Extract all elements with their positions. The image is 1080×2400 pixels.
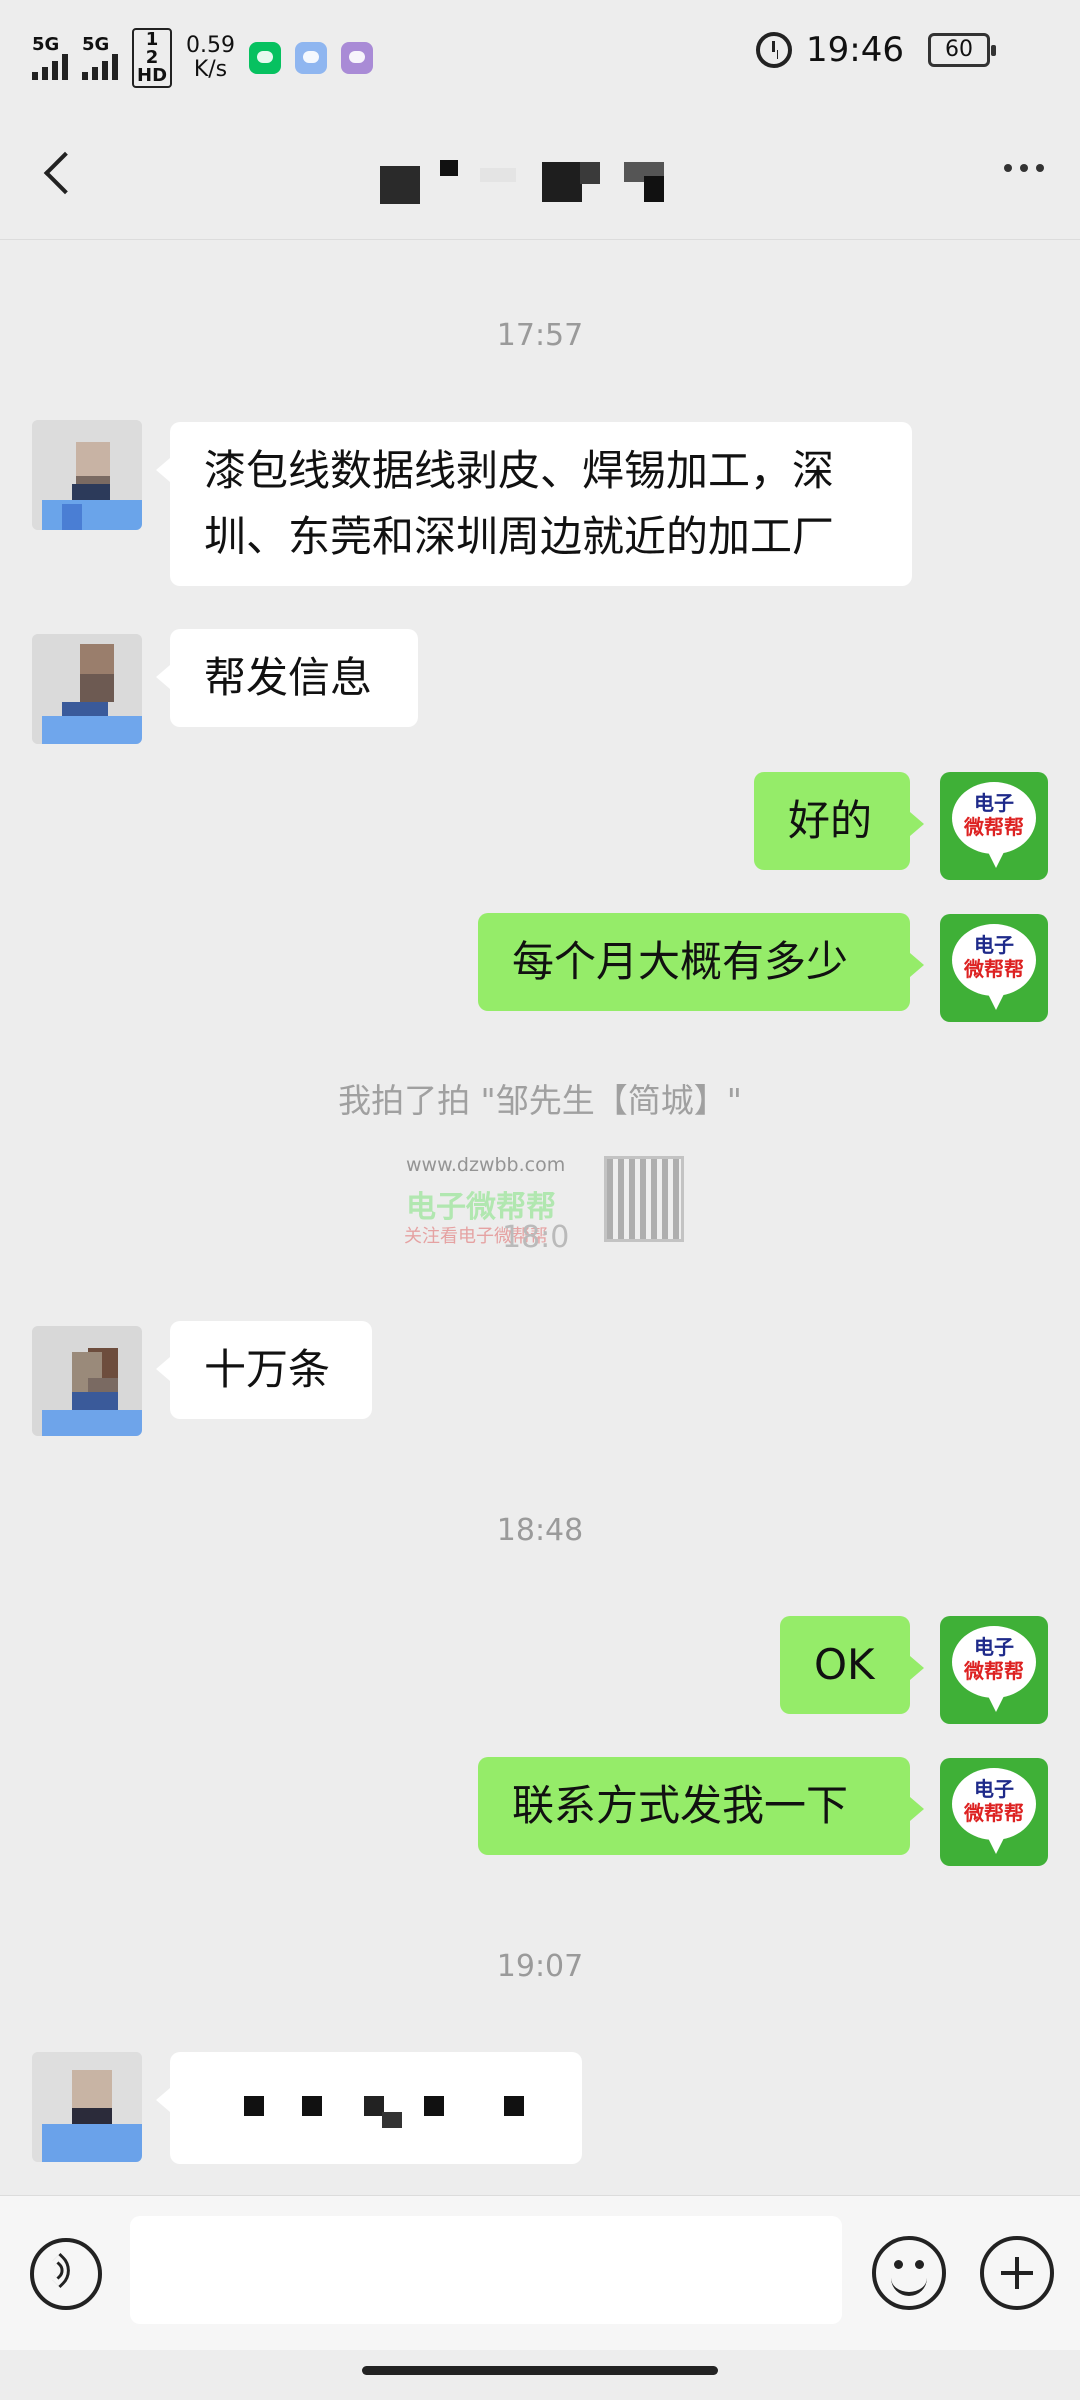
more-dots-icon[interactable] [1004,164,1044,172]
signal-bars-icon [82,54,118,80]
qr-code-icon [604,1156,684,1242]
emoji-icon[interactable] [872,2236,946,2310]
avatar-text-line1: 电子 [974,1635,1014,1659]
avatar-text-line1: 电子 [974,791,1014,815]
avatar-text-line2: 微帮帮 [964,1801,1024,1825]
chat-title-redacted [380,158,690,204]
signal-bars-icon [32,54,68,80]
watermark-url: www.dzwbb.com [406,1154,566,1176]
network-speed: 0.59 K/s [186,34,235,82]
status-left: 5G 5G 1 2 HD 0.59 K/s [32,28,373,88]
covered-timestamp: 18:0 [502,1220,570,1255]
message-bubble-incoming[interactable]: 帮发信息 [156,629,418,727]
home-indicator[interactable] [362,2366,718,2375]
alarm-icon [756,32,793,68]
timestamp: 17:57 [496,318,584,353]
hd-badge: 1 2 HD [132,28,172,88]
clock: 19:46 [806,30,904,70]
input-bar [0,2195,1080,2350]
my-avatar[interactable]: 电子 微帮帮 [940,772,1048,880]
message-bubble-incoming-redacted[interactable] [156,2052,582,2164]
speed-unit: K/s [193,57,228,82]
message-bubble-incoming[interactable]: 十万条 [156,1321,372,1419]
avatar-text-line1: 电子 [974,1777,1014,1801]
avatar[interactable] [32,420,142,530]
avatar-text-line2: 微帮帮 [964,957,1024,981]
message-bubble-outgoing[interactable]: 每个月大概有多少 [478,913,924,1011]
message-bubble-incoming[interactable]: 漆包线数据线剥皮、焊锡加工，深圳、东莞和深圳周边就近的加工厂 [156,422,912,586]
my-avatar[interactable]: 电子 微帮帮 [940,914,1048,1022]
signal-1: 5G [32,36,68,80]
avatar-text-line2: 微帮帮 [964,815,1024,839]
message-bubble-outgoing[interactable]: 联系方式发我一下 [478,1757,924,1855]
timestamp: 19:07 [496,1949,584,1984]
system-message: 我拍了拍 "邹先生【简城】" [338,1081,742,1120]
app-icon [340,42,373,74]
plus-icon[interactable] [980,2236,1054,2310]
battery-icon: 60 [928,33,996,67]
network-type-1: 5G [32,34,60,55]
chat-header [0,110,1080,240]
speed-value: 0.59 [186,33,235,58]
wechat-icon [248,42,281,74]
timestamp: 18:48 [496,1513,584,1548]
avatar-text-line1: 电子 [974,933,1014,957]
avatar[interactable] [32,2052,142,2162]
message-input[interactable] [130,2216,842,2324]
avatar[interactable] [32,1326,142,1436]
status-bar: 5G 5G 1 2 HD 0.59 K/s 19:46 60 [0,0,1080,110]
status-right: 19:46 60 [756,30,996,70]
network-type-2: 5G [82,34,110,55]
avatar-text-line2: 微帮帮 [964,1659,1024,1683]
signal-2: 5G [82,36,118,80]
message-icon [294,42,327,74]
voice-icon[interactable] [30,2238,102,2310]
my-avatar[interactable]: 电子 微帮帮 [940,1616,1048,1724]
message-bubble-outgoing[interactable]: OK [780,1616,924,1714]
avatar[interactable] [32,634,142,744]
watermark: www.dzwbb.com 电子微帮帮 关注看电子微帮帮 18:0 [392,1150,688,1255]
message-bubble-outgoing[interactable]: 好的 [754,772,924,870]
my-avatar[interactable]: 电子 微帮帮 [940,1758,1048,1866]
chevron-left-icon[interactable] [40,148,80,198]
